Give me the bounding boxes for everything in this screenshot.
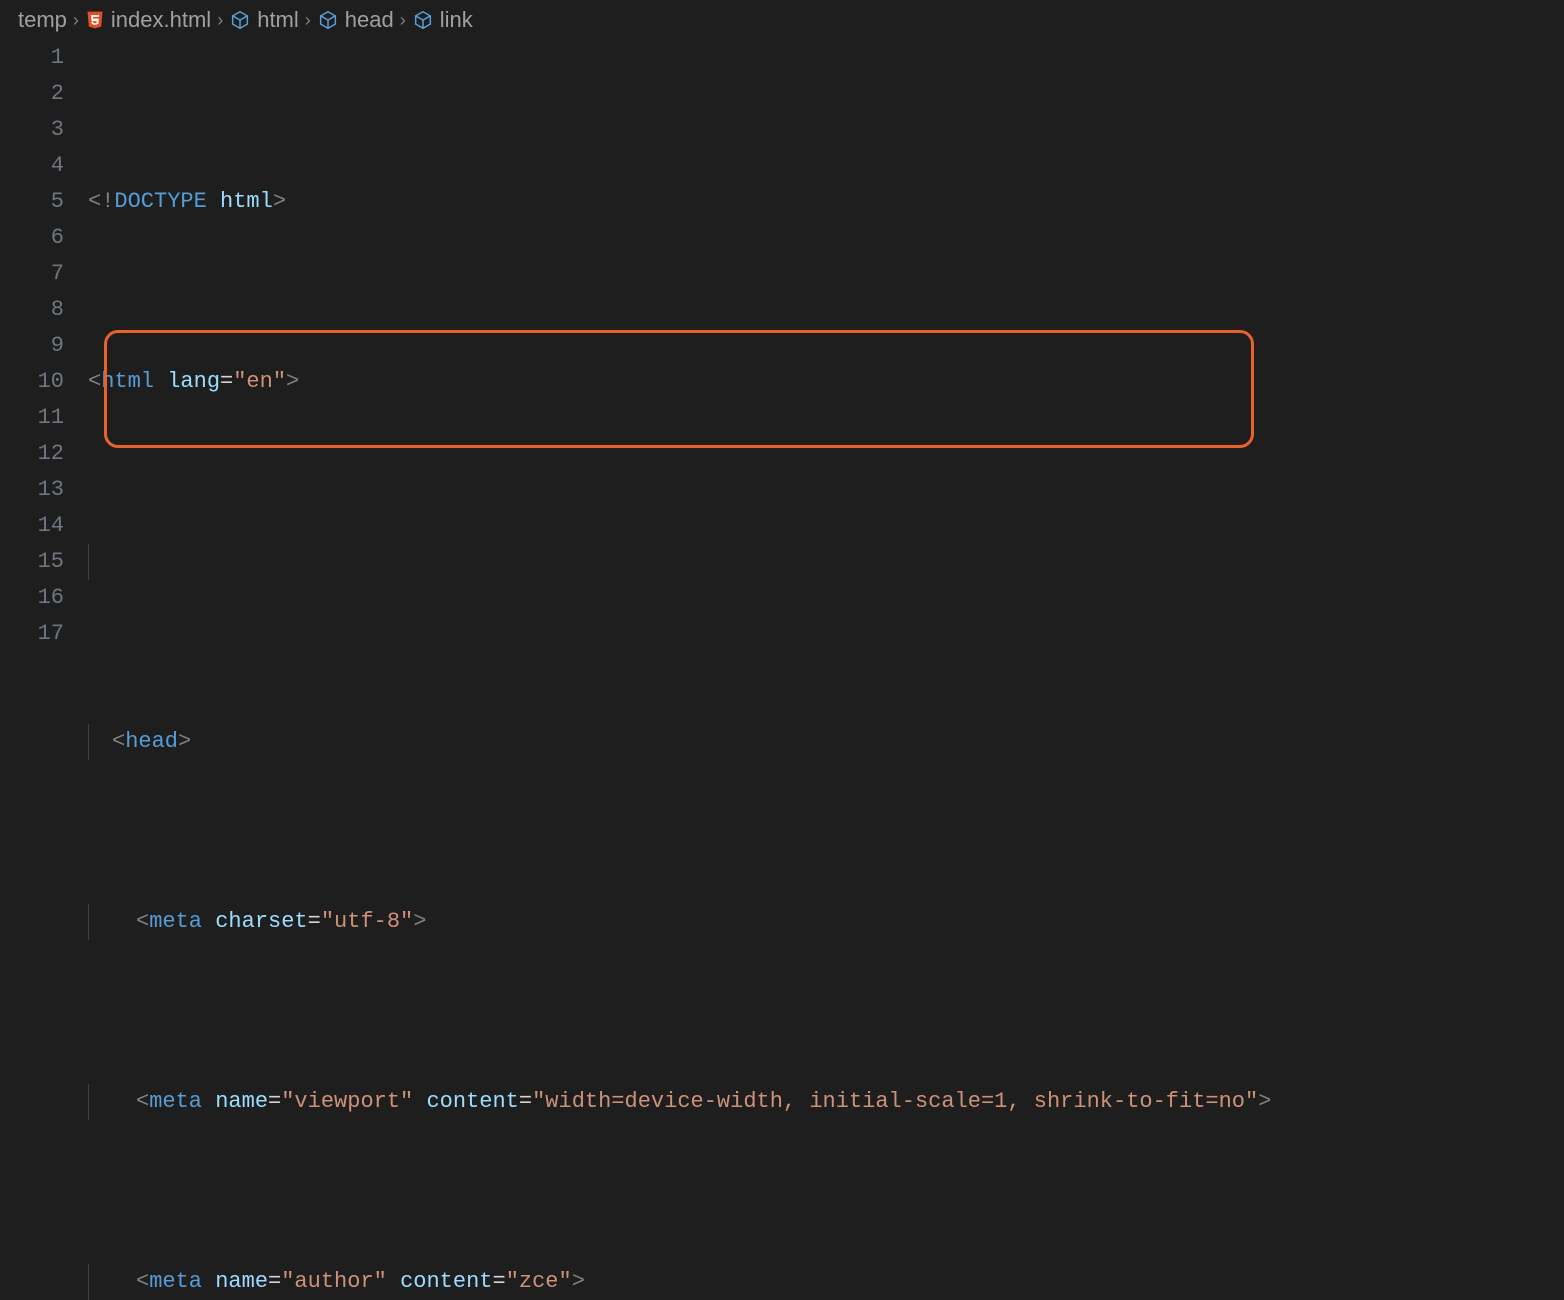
code-content[interactable]: <!DOCTYPE html> <html lang="en"> <head> …: [88, 40, 1564, 650]
line-number: 12: [0, 436, 64, 472]
line-number: 11: [0, 400, 64, 436]
code-line[interactable]: <meta charset="utf-8">: [88, 904, 1544, 940]
breadcrumb-item-temp[interactable]: temp: [18, 7, 67, 33]
line-number: 4: [0, 148, 64, 184]
line-number: 5: [0, 184, 64, 220]
breadcrumb-item-link[interactable]: link: [440, 7, 473, 33]
line-number: 17: [0, 616, 64, 652]
chevron-right-icon: ›: [73, 10, 79, 31]
chevron-right-icon: ›: [217, 10, 223, 31]
breadcrumb-item-index[interactable]: index.html: [111, 7, 211, 33]
line-number: 7: [0, 256, 64, 292]
line-number: 16: [0, 580, 64, 616]
breadcrumb-item-html[interactable]: html: [257, 7, 299, 33]
line-number: 8: [0, 292, 64, 328]
line-number: 1: [0, 40, 64, 76]
code-line[interactable]: [88, 544, 1544, 580]
line-number-gutter: 1 2 3 4 5 6 7 8 9 10 11 12 13 14 15 16 1…: [0, 40, 88, 650]
html5-icon: [85, 10, 105, 30]
code-line[interactable]: <!DOCTYPE html>: [88, 184, 1544, 220]
line-number: 9: [0, 328, 64, 364]
line-number: 15: [0, 544, 64, 580]
line-number: 3: [0, 112, 64, 148]
code-line[interactable]: <html lang="en">: [88, 364, 1544, 400]
cube-icon: [412, 9, 434, 31]
code-line[interactable]: <meta name="author" content="zce">: [88, 1264, 1544, 1300]
chevron-right-icon: ›: [400, 10, 406, 31]
line-number: 6: [0, 220, 64, 256]
code-line[interactable]: <meta name="viewport" content="width=dev…: [88, 1084, 1544, 1120]
line-number: 13: [0, 472, 64, 508]
breadcrumb-item-head[interactable]: head: [345, 7, 394, 33]
breadcrumb: temp › index.html › html › head › link: [0, 0, 1564, 40]
line-number: 10: [0, 364, 64, 400]
cube-icon: [229, 9, 251, 31]
code-line[interactable]: <head>: [88, 724, 1544, 760]
line-number: 2: [0, 76, 64, 112]
cube-icon: [317, 9, 339, 31]
code-editor[interactable]: 1 2 3 4 5 6 7 8 9 10 11 12 13 14 15 16 1…: [0, 40, 1564, 650]
line-number: 14: [0, 508, 64, 544]
chevron-right-icon: ›: [305, 10, 311, 31]
